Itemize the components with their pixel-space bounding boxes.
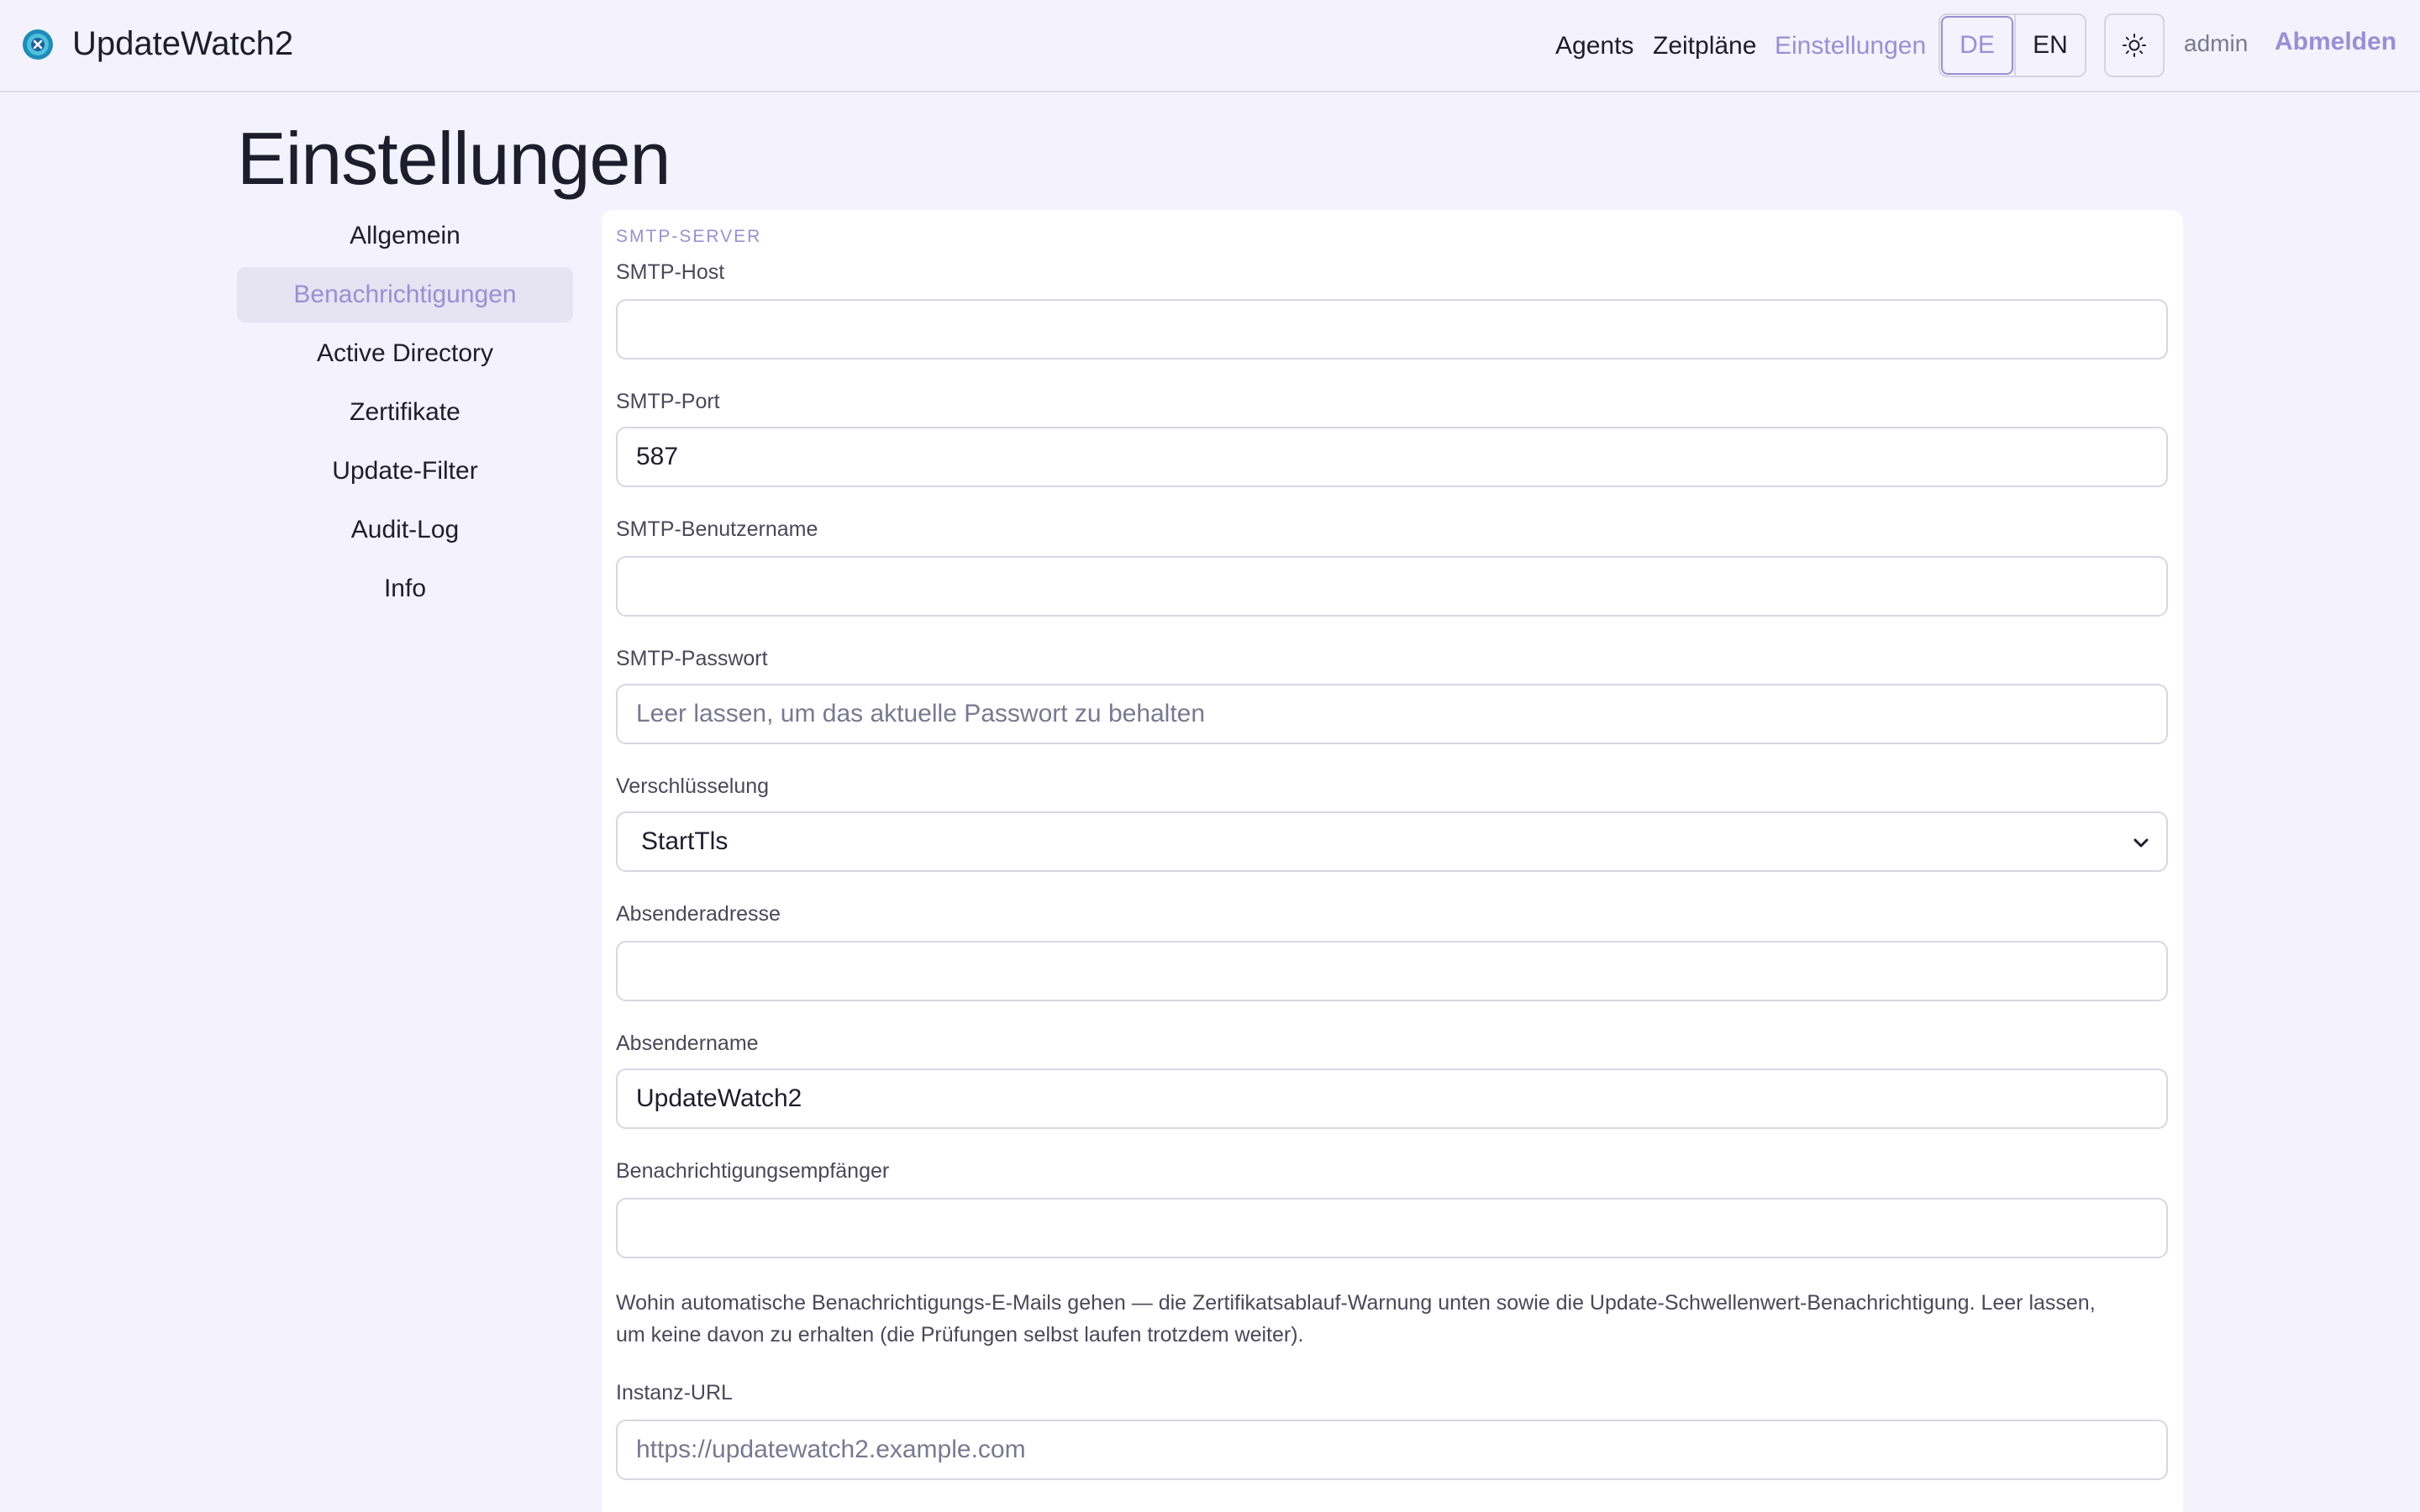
lang-de-button[interactable]: DE	[1941, 16, 2013, 75]
sidebar-item-update-filter[interactable]: Update-Filter	[237, 444, 573, 499]
top-bar: UpdateWatch2 Agents Zeitpläne Einstellun…	[0, 0, 2420, 92]
language-switcher: DE EN	[1939, 13, 2086, 77]
from-name-input[interactable]	[616, 1068, 2168, 1129]
smtp-host-label: SMTP-Host	[616, 260, 725, 284]
settings-sidebar: Allgemein Benachrichtigungen Active Dire…	[237, 208, 573, 620]
sidebar-item-notifications[interactable]: Benachrichtigungen	[237, 267, 573, 323]
smtp-settings-panel: SMTP-SERVER SMTP-Host SMTP-Port SMTP-Ben…	[602, 210, 2183, 1512]
recipients-label: Benachrichtigungsempfänger	[616, 1159, 890, 1183]
smtp-password-input[interactable]	[616, 684, 2168, 744]
from-address-input[interactable]	[616, 941, 2168, 1001]
current-user: admin	[2184, 30, 2249, 56]
sidebar-item-info[interactable]: Info	[237, 561, 573, 617]
instance-url-input[interactable]	[616, 1420, 2168, 1480]
theme-toggle-button[interactable]	[2104, 13, 2165, 77]
sidebar-item-general[interactable]: Allgemein	[237, 208, 573, 264]
smtp-port-label: SMTP-Port	[616, 390, 720, 413]
nav-agents[interactable]: Agents	[1555, 32, 1634, 60]
chevron-down-icon	[2133, 838, 2149, 848]
app-name: UpdateWatch2	[72, 25, 294, 62]
section-label-smtp: SMTP-SERVER	[616, 227, 762, 246]
encryption-select[interactable]: StartTls	[616, 811, 2168, 872]
brand[interactable]: UpdateWatch2	[22, 25, 293, 63]
encryption-label: Verschlüsselung	[616, 774, 770, 798]
lang-en-button[interactable]: EN	[2014, 15, 2085, 76]
logout-link[interactable]: Abmelden	[2275, 28, 2396, 56]
smtp-username-label: SMTP-Benutzername	[616, 517, 818, 541]
from-address-label: Absenderadresse	[616, 902, 781, 926]
encryption-selected-value: StartTls	[641, 827, 729, 855]
sidebar-item-active-directory[interactable]: Active Directory	[237, 326, 573, 381]
sun-icon	[2123, 34, 2146, 57]
nav-settings[interactable]: Einstellungen	[1775, 32, 1926, 60]
app-logo-icon	[23, 29, 53, 60]
nav-schedules[interactable]: Zeitpläne	[1653, 32, 1756, 60]
page-title: Einstellungen	[237, 117, 671, 200]
recipients-input[interactable]	[616, 1198, 2168, 1258]
smtp-host-input[interactable]	[616, 299, 2168, 360]
recipients-help-text: Wohin automatische Benachrichtigungs-E-M…	[616, 1291, 2096, 1347]
sidebar-item-certificates[interactable]: Zertifikate	[237, 385, 573, 440]
smtp-port-input[interactable]	[616, 427, 2168, 487]
from-name-label: Absendername	[616, 1032, 759, 1055]
smtp-password-label: SMTP-Passwort	[616, 647, 768, 670]
instance-url-label: Instanz-URL	[616, 1381, 733, 1404]
sidebar-item-audit-log[interactable]: Audit-Log	[237, 502, 573, 558]
smtp-username-input[interactable]	[616, 556, 2168, 617]
